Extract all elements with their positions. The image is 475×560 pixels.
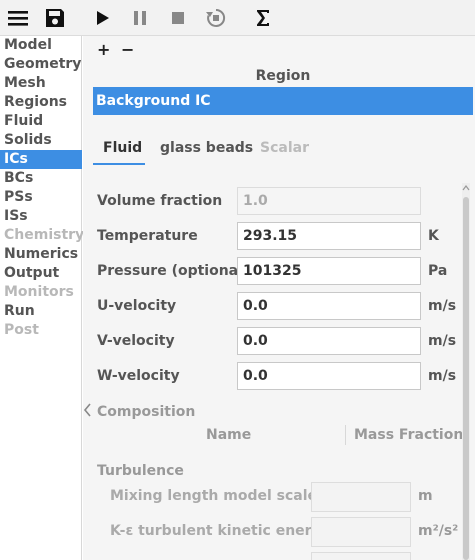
- column-divider: [345, 425, 346, 445]
- sidebar-item-mesh[interactable]: Mesh: [0, 74, 82, 93]
- play-icon[interactable]: [91, 6, 115, 30]
- sidebar-item-post[interactable]: Post: [0, 321, 82, 340]
- ke-energy-input[interactable]: [311, 517, 411, 547]
- pause-icon[interactable]: [128, 6, 152, 30]
- v-velocity-input[interactable]: [237, 327, 421, 355]
- pressure-unit: Pa: [428, 263, 448, 279]
- sidebar-item-monitors[interactable]: Monitors: [0, 283, 82, 302]
- composition-section-title: Composition: [97, 404, 196, 420]
- v-velocity-unit: m/s: [428, 333, 457, 349]
- mixing-length-unit: m: [418, 488, 433, 504]
- sidebar-item-ics[interactable]: ICs: [0, 150, 82, 169]
- sidebar-item-numerics[interactable]: Numerics: [0, 245, 82, 264]
- temperature-input[interactable]: [237, 222, 421, 250]
- sidebar-item-model[interactable]: Model: [0, 36, 82, 55]
- composition-mass-fraction-header: Mass Fraction: [354, 427, 464, 443]
- u-velocity-unit: m/s: [428, 298, 457, 314]
- sidebar-item-chemistry[interactable]: Chemistry: [0, 226, 84, 245]
- temperature-label: Temperature: [97, 228, 198, 244]
- sidebar-item-solids[interactable]: Solids: [0, 131, 82, 150]
- u-velocity-label: U-velocity: [97, 298, 177, 314]
- sidebar-item-run[interactable]: Run: [0, 302, 82, 321]
- tab-glass-beads[interactable]: glass beads: [160, 140, 253, 156]
- w-velocity-unit: m/s: [428, 368, 457, 384]
- remove-region-button[interactable]: −: [121, 40, 134, 59]
- fluid-ic-form: Volume fraction Temperature K Pressure (…: [83, 181, 475, 560]
- tab-fluid[interactable]: Fluid: [103, 140, 142, 156]
- ic-panel: + − Region Background IC Fluid glass bea…: [83, 36, 475, 560]
- sidebar-item-fluid[interactable]: Fluid: [0, 112, 82, 131]
- region-row-background-ic[interactable]: Background IC: [93, 87, 473, 115]
- ke-energy-unit: m²/s²: [418, 523, 459, 539]
- mixing-length-input[interactable]: [311, 482, 411, 512]
- sidebar-item-iss[interactable]: ISs: [0, 207, 82, 226]
- w-velocity-input[interactable]: [237, 362, 421, 390]
- temperature-unit: K: [428, 228, 439, 244]
- sidebar-item-bcs[interactable]: BCs: [0, 169, 82, 188]
- mixing-length-label: Mixing length model scale: [110, 488, 318, 504]
- next-turbulence-input[interactable]: [311, 552, 411, 560]
- stop-icon[interactable]: [166, 6, 190, 30]
- volume-fraction-input[interactable]: [237, 187, 421, 215]
- scrollbar-thumb[interactable]: [463, 197, 469, 560]
- vertical-scrollbar[interactable]: [462, 183, 470, 560]
- volume-fraction-label: Volume fraction: [97, 193, 223, 209]
- add-region-button[interactable]: +: [97, 40, 110, 59]
- v-velocity-label: V-velocity: [97, 333, 175, 349]
- sidebar-item-regions[interactable]: Regions: [0, 93, 82, 112]
- reset-icon[interactable]: [204, 6, 228, 30]
- pressure-input[interactable]: [237, 257, 421, 285]
- sidebar-item-pss[interactable]: PSs: [0, 188, 82, 207]
- sidebar-item-output[interactable]: Output: [0, 264, 82, 283]
- sidebar-item-geometry[interactable]: Geometry: [0, 55, 82, 74]
- pressure-label: Pressure (optional): [97, 263, 250, 279]
- w-velocity-label: W-velocity: [97, 368, 180, 384]
- scroll-up-icon[interactable]: [462, 183, 470, 193]
- menu-icon[interactable]: [6, 6, 30, 30]
- tab-scalar[interactable]: Scalar: [260, 140, 309, 156]
- ke-energy-label: K-ε turbulent kinetic energy: [110, 523, 331, 539]
- toolbar: [0, 0, 475, 36]
- sidebar: Model Geometry Mesh Regions Fluid Solids ICs BC…: [0, 36, 84, 560]
- save-icon[interactable]: [43, 6, 67, 30]
- region-column-header: Region: [255, 68, 311, 84]
- u-velocity-input[interactable]: [237, 292, 421, 320]
- active-tab-indicator: [93, 163, 145, 165]
- turbulence-section-title: Turbulence: [97, 463, 184, 479]
- sigma-icon[interactable]: [251, 6, 275, 30]
- composition-name-header: Name: [206, 427, 252, 443]
